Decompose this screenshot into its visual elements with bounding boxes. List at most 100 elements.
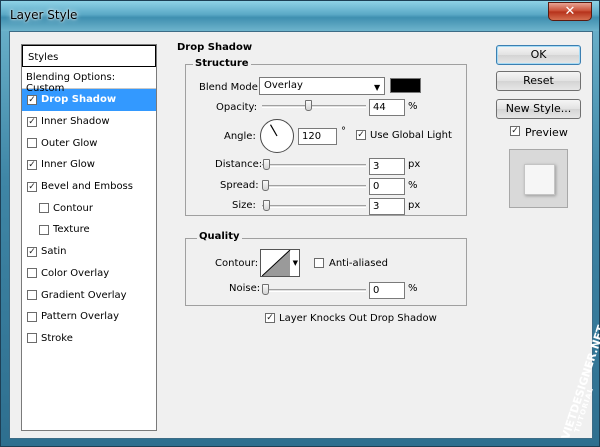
preview-swatch [524,164,555,195]
style-item-label: Drop Shadow [41,94,117,106]
style-item-outer-glow[interactable]: Outer Glow [22,132,156,154]
anti-aliased-label: Anti-aliased [329,258,389,269]
style-item-checkbox[interactable] [39,224,49,235]
size-label: Size: [232,200,256,211]
knocks-out-checkbox[interactable] [265,313,275,323]
close-button[interactable]: ✕ [548,2,592,21]
style-item-label: Inner Glow [41,159,95,171]
angle-label: Angle: [224,131,256,142]
style-item-checkbox[interactable] [27,311,37,322]
style-item-gradient-overlay[interactable]: Gradient Overlay [22,284,156,306]
style-item-label: Inner Shadow [41,116,110,128]
style-item-checkbox[interactable] [27,159,37,170]
style-item-bevel-and-emboss[interactable]: Bevel and Emboss [22,176,156,198]
angle-unit: ° [341,126,346,137]
angle-input[interactable]: 120 [298,128,337,145]
styles-list: Styles Blending Options: Custom Drop Sha… [21,44,157,431]
layer-style-window: Layer Style ✕ Styles Blending Options: C… [0,0,600,447]
style-item-label: Gradient Overlay [41,289,127,301]
noise-unit: % [408,283,418,294]
title-bar[interactable]: Layer Style ✕ [1,1,599,31]
chevron-down-icon: ▼ [374,83,381,92]
size-input[interactable]: 3 [369,198,405,215]
style-item-checkbox[interactable] [27,246,37,257]
styles-header[interactable]: Styles [22,45,156,67]
style-item-checkbox[interactable] [27,333,37,344]
blend-mode-select[interactable]: Overlay [259,77,385,95]
style-item-color-overlay[interactable]: Color Overlay [22,263,156,285]
style-item-label: Color Overlay [41,267,110,279]
shadow-color-swatch[interactable] [390,78,421,93]
style-item-checkbox[interactable] [27,138,37,149]
style-item-label: Satin [41,246,67,258]
style-item-label: Bevel and Emboss [41,181,133,193]
style-item-texture[interactable]: Texture [22,219,156,241]
preview-thumbnail [509,149,568,208]
blending-options-item[interactable]: Blending Options: Custom [22,67,156,94]
style-item-checkbox[interactable] [27,94,37,105]
contour-picker[interactable]: ▼ [260,249,300,277]
style-item-inner-glow[interactable]: Inner Glow [22,154,156,176]
angle-dial[interactable] [260,119,294,153]
preview-label: Preview [525,126,568,139]
style-item-checkbox[interactable] [27,116,37,127]
opacity-slider-track[interactable] [262,105,366,108]
distance-unit: px [408,159,421,170]
style-item-pattern-overlay[interactable]: Pattern Overlay [22,306,156,328]
anti-aliased-checkbox[interactable] [314,258,324,268]
opacity-slider-thumb[interactable] [304,100,312,111]
size-slider-track[interactable] [262,205,366,208]
use-global-light-checkbox[interactable] [356,130,366,140]
style-item-label: Outer Glow [41,137,98,149]
structure-title: Structure [193,58,251,69]
style-item-label: Pattern Overlay [41,311,120,323]
contour-preview-icon [262,250,291,276]
opacity-unit: % [408,101,418,112]
angle-dial-needle [269,124,278,137]
contour-label: Contour: [215,258,259,269]
ok-button[interactable]: OK [496,45,581,65]
use-global-light-label: Use Global Light [370,130,452,141]
distance-slider-thumb[interactable] [263,159,270,170]
preview-checkbox[interactable] [510,126,520,136]
distance-slider-track[interactable] [262,164,366,167]
noise-slider-track[interactable] [262,289,366,292]
style-item-label: Stroke [41,332,73,344]
distance-input[interactable]: 3 [369,158,405,175]
style-item-satin[interactable]: Satin [22,241,156,263]
reset-button[interactable]: Reset [496,71,581,91]
knocks-out-label: Layer Knocks Out Drop Shadow [279,313,437,324]
contour-dropdown-icon: ▼ [292,259,298,267]
new-style-button[interactable]: New Style... [496,99,581,119]
close-icon: ✕ [564,4,576,19]
style-item-checkbox[interactable] [27,268,37,279]
distance-label: Distance: [215,159,263,170]
panel-title: Drop Shadow [177,42,253,53]
quality-title: Quality [197,231,242,242]
spread-unit: % [408,180,418,191]
noise-label: Noise: [229,283,261,294]
style-item-contour[interactable]: Contour [22,197,156,219]
blend-mode-label: Blend Mode: [199,82,262,93]
size-unit: px [408,200,421,211]
quality-group [185,238,467,306]
spread-label: Spread: [220,180,259,191]
style-item-stroke[interactable]: Stroke [22,328,156,350]
style-item-checkbox[interactable] [27,181,37,192]
style-items: Drop Shadow Inner Shadow Outer Glow Inner G… [22,89,156,349]
style-item-checkbox[interactable] [27,290,37,301]
size-slider-thumb[interactable] [263,200,270,211]
spread-slider-thumb[interactable] [262,180,269,191]
style-item-inner-shadow[interactable]: Inner Shadow [22,111,156,133]
spread-input[interactable]: 0 [369,178,405,195]
spread-slider-track[interactable] [262,185,366,188]
opacity-label: Opacity: [216,102,258,113]
noise-slider-thumb[interactable] [262,284,269,295]
dialog-client: Styles Blending Options: Custom Drop Sha… [9,31,593,439]
noise-input[interactable]: 0 [369,282,405,299]
opacity-input[interactable]: 44 [369,99,405,116]
style-item-label: Texture [53,224,90,236]
style-item-checkbox[interactable] [39,203,49,214]
blend-mode-value: Overlay [264,80,303,91]
watermark: VIETDESIGNER.NET TUTORIAL [547,319,600,441]
